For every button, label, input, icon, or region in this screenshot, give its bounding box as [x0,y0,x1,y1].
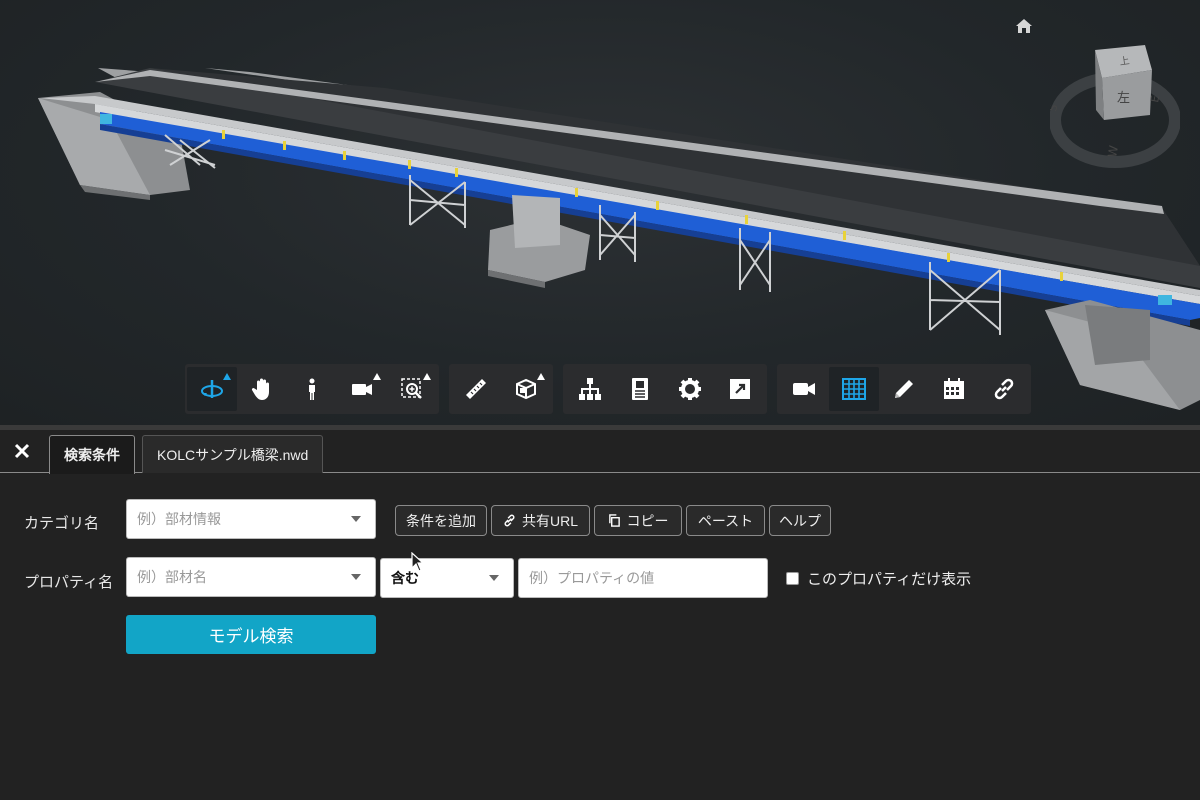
walk-person-icon [309,378,315,400]
camera-button[interactable] [337,367,387,411]
walk-button[interactable] [287,367,337,411]
grid-button[interactable] [829,367,879,411]
menu-indicator-icon [537,373,545,380]
markup-button[interactable] [879,367,929,411]
link-button[interactable] [979,367,1029,411]
close-panel-button[interactable] [0,430,43,472]
section-box-icon [516,378,536,400]
viewcube-face-top[interactable]: 上 [1119,55,1131,68]
viewpoint-button[interactable] [779,367,829,411]
help-label: ヘルプ [779,512,821,529]
orbit-icon [201,380,223,398]
measure-button[interactable] [451,367,501,411]
view-cube[interactable]: 上 左 S E W [1046,40,1181,170]
add-condition-button[interactable]: 条件を追加 [395,505,487,536]
properties-icon [632,378,648,400]
pencil-icon [895,380,913,398]
property-select[interactable]: 例）部材名 [126,557,376,597]
category-label: カテゴリ名 [24,515,100,532]
copy-button[interactable]: コピー [594,505,682,536]
paste-button[interactable]: ペースト [686,505,765,536]
camera-icon [352,384,372,395]
home-view-icon[interactable] [1013,15,1035,37]
property-value-input[interactable] [518,558,768,598]
share-url-label: 共有URL [521,512,578,529]
category-select[interactable]: 例）部材情報 [126,499,376,539]
pan-button[interactable] [237,367,287,411]
menu-indicator-icon [373,373,381,380]
chevron-down-icon [351,574,361,580]
calendar-icon [944,378,964,399]
chevron-down-icon [351,516,361,522]
model-search-button[interactable]: モデル検索 [126,615,376,654]
toolbar-group-measure [449,364,553,414]
bridge-3d-model[interactable] [0,0,1200,425]
settings-button[interactable] [665,367,715,411]
fullscreen-button[interactable] [715,367,765,411]
zoom-window-icon [401,378,422,399]
orbit-button[interactable] [187,367,237,411]
menu-indicator-icon [223,373,231,380]
model-tree-button[interactable] [565,367,615,411]
search-panel: 検索条件 KOLCサンプル橋梁.nwd [0,425,1200,800]
paste-label: ペースト [697,512,754,529]
share-url-button[interactable]: 共有URL [491,505,590,536]
section-button[interactable] [501,367,551,411]
mouse-cursor-icon [411,552,425,572]
toolbar-group-navigation [185,364,439,414]
fullscreen-icon [730,379,750,399]
video-camera-icon [793,383,815,395]
help-button[interactable]: ヘルプ [769,505,831,536]
show-only-property-option: このプロパティだけ表示 [786,568,971,589]
link-icon [994,378,1014,400]
chevron-down-icon [489,575,499,581]
close-icon [14,443,29,459]
grid-table-icon [842,378,866,400]
pan-hand-icon [251,378,269,400]
tab-bar: 検索条件 KOLCサンプル橋梁.nwd [0,430,1200,474]
model-tree-icon [579,378,601,400]
show-only-property-checkbox[interactable] [786,572,799,585]
viewer-toolbar [185,364,1031,414]
schedule-button[interactable] [929,367,979,411]
property-placeholder: 例）部材名 [137,569,207,585]
copy-icon [608,514,620,527]
toolbar-group-model [563,364,767,414]
show-only-property-label: このプロパティだけ表示 [807,571,972,588]
model-viewport[interactable]: 上 左 S E W [0,0,1200,425]
svg-text:W: W [1105,144,1121,158]
gear-icon [679,378,701,400]
copy-label: コピー [626,512,669,529]
category-placeholder: 例）部材情報 [137,511,221,527]
tab-search-conditions[interactable]: 検索条件 [49,435,135,474]
zoom-window-button[interactable] [387,367,437,411]
toolbar-group-tools [777,364,1031,414]
property-label: プロパティ名 [24,574,114,591]
add-condition-label: 条件を追加 [406,512,476,529]
viewcube-face-left[interactable]: 左 [1117,91,1130,106]
tab-model-file[interactable]: KOLCサンプル橋梁.nwd [142,435,324,473]
menu-indicator-icon [423,373,431,380]
properties-button[interactable] [615,367,665,411]
link-icon [504,514,515,527]
operator-select[interactable]: 含む [380,558,514,598]
ruler-icon [466,379,486,399]
